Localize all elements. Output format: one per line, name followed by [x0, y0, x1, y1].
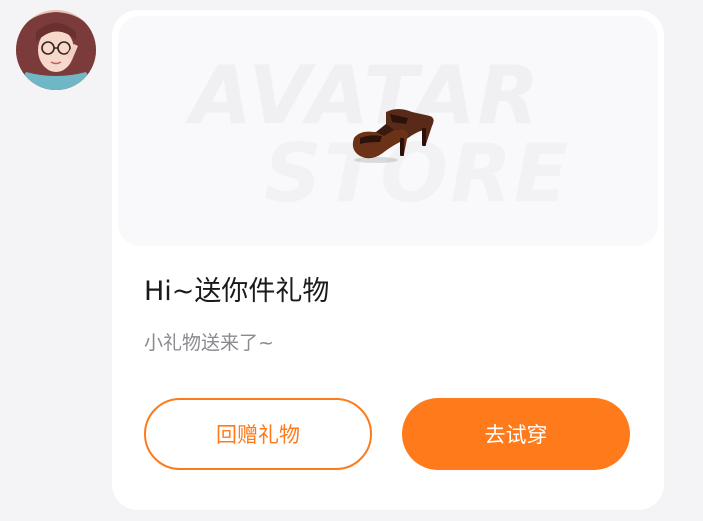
gift-banner: AVATAR STORE [118, 16, 658, 246]
gift-title: Hi~送你件礼物 [144, 276, 330, 307]
high-heel-shoes-icon [352, 109, 434, 163]
gift-message-card: AVATAR STORE Hi~送你件礼物 小礼物送来了~ 回赠礼物 去试穿 [112, 10, 664, 510]
user-avatar-photo-icon [16, 10, 96, 90]
try-on-button[interactable]: 去试穿 [402, 398, 630, 470]
sender-avatar[interactable] [16, 10, 96, 90]
gift-subtitle: 小礼物送来了~ [144, 332, 274, 354]
return-gift-button[interactable]: 回赠礼物 [144, 398, 372, 470]
